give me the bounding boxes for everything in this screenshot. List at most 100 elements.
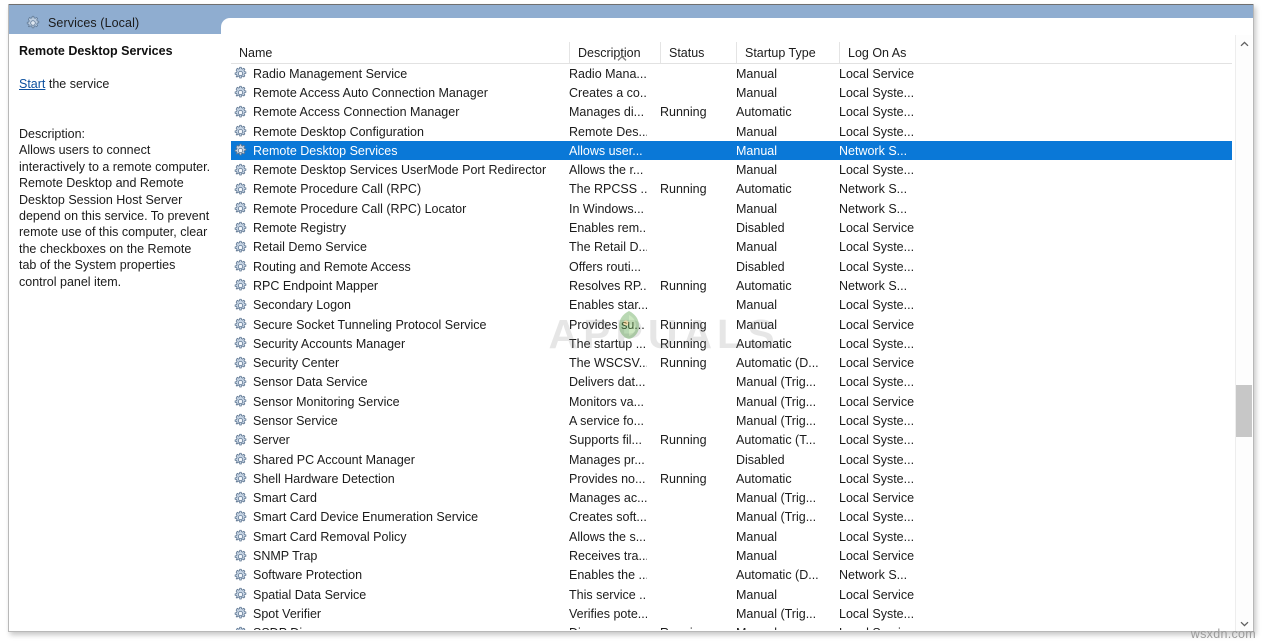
- description-label: Description:: [19, 127, 85, 141]
- table-row[interactable]: Radio Management Service Radio Mana... Man…: [231, 64, 1232, 83]
- table-row[interactable]: Secondary Logon Enables star... Manual Loca…: [231, 296, 1232, 315]
- table-row[interactable]: Security Accounts Manager The startup ...…: [231, 334, 1232, 353]
- table-row[interactable]: Remote Desktop Configuration Remote Des..…: [231, 122, 1232, 141]
- cell-desc: Provides su...: [569, 317, 645, 332]
- cell-status: Running: [660, 182, 707, 197]
- cell-startup: Manual: [736, 317, 777, 332]
- cell-desc: Provides no...: [569, 471, 646, 486]
- service-gear-icon: [233, 298, 248, 313]
- table-row[interactable]: SSDP Discovery Discovers n... Running Manua…: [231, 624, 1232, 630]
- vertical-scrollbar[interactable]: [1235, 35, 1252, 631]
- service-gear-icon: [233, 105, 248, 120]
- table-row[interactable]: Shared PC Account Manager Manages pr... Di…: [231, 450, 1232, 469]
- cell-name: Remote Registry: [231, 218, 561, 237]
- services-rows[interactable]: Radio Management Service Radio Mana... Man…: [231, 64, 1232, 630]
- column-header-startup[interactable]: Startup Type: [736, 42, 839, 63]
- cell-logon: Local Syste...: [839, 85, 915, 100]
- cell-desc: This service ...: [569, 587, 647, 602]
- table-row[interactable]: Remote Procedure Call (RPC) The RPCSS ...…: [231, 180, 1232, 199]
- services-gear-icon: [25, 15, 41, 31]
- cell-name: Remote Access Auto Connection Manager: [231, 83, 561, 102]
- service-name-label: Remote Procedure Call (RPC): [253, 182, 422, 197]
- scrollbar-track[interactable]: [1236, 52, 1252, 615]
- column-header-name[interactable]: Name: [231, 42, 569, 63]
- scrollbar-thumb[interactable]: [1236, 385, 1252, 437]
- table-row[interactable]: Server Supports fil... Running Automatic (T…: [231, 431, 1232, 450]
- cell-status: [660, 604, 730, 623]
- table-row[interactable]: Smart Card Removal Policy Allows the s...…: [231, 527, 1232, 546]
- cell-startup: Manual: [736, 143, 777, 158]
- table-row[interactable]: Remote Desktop Services UserMode Port Re…: [231, 160, 1232, 179]
- table-row[interactable]: Smart Card Manages ac... Manual (Trig... Lo…: [231, 489, 1232, 508]
- start-service-link[interactable]: Start: [19, 77, 45, 91]
- cell-desc: Radio Mana...: [569, 66, 647, 81]
- cell-status: [660, 546, 730, 565]
- table-row[interactable]: Remote Access Connection Manager Manages …: [231, 103, 1232, 122]
- cell-desc: Resolves RP...: [569, 278, 647, 293]
- cell-startup: Manual: [736, 587, 777, 602]
- cell-desc: The Retail D...: [569, 240, 647, 255]
- table-row[interactable]: Shell Hardware Detection Provides no... Ru…: [231, 469, 1232, 488]
- scroll-up-button[interactable]: [1236, 35, 1252, 52]
- service-gear-icon: [233, 221, 248, 236]
- service-gear-icon: [233, 356, 248, 371]
- cell-desc: Receives tra...: [569, 549, 647, 564]
- table-row[interactable]: Security Center The WSCSV... Running Automa…: [231, 353, 1232, 372]
- column-header-desc[interactable]: Description: [569, 42, 660, 63]
- service-name-label: Remote Access Connection Manager: [253, 105, 460, 120]
- cell-logon: Local Syste...: [839, 433, 915, 448]
- table-row[interactable]: Remote Registry Enables rem... Disabled Loc…: [231, 218, 1232, 237]
- service-gear-icon: [233, 529, 248, 544]
- table-row[interactable]: Sensor Monitoring Service Monitors va... M…: [231, 392, 1232, 411]
- cell-status: [660, 392, 730, 411]
- service-name-label: Shell Hardware Detection: [253, 471, 395, 486]
- table-row[interactable]: Spot Verifier Verifies pote... Manual (Tri…: [231, 604, 1232, 623]
- service-gear-icon: [233, 471, 248, 486]
- table-row[interactable]: Retail Demo Service The Retail D... Manual…: [231, 238, 1232, 257]
- service-name-label: Security Accounts Manager: [253, 336, 406, 351]
- table-row[interactable]: SNMP Trap Receives tra... Manual Local Serv…: [231, 546, 1232, 565]
- cell-desc: Allows user...: [569, 143, 643, 158]
- table-row[interactable]: Remote Desktop Services Allows user... Man…: [231, 141, 1232, 161]
- cell-logon: Local Syste...: [839, 124, 915, 139]
- table-row[interactable]: Software Protection Enables the ... Automa…: [231, 566, 1232, 585]
- cell-startup: Manual (Trig...: [736, 491, 817, 506]
- panel-notch: [221, 18, 1253, 36]
- cell-startup: Manual (Trig...: [736, 413, 817, 428]
- table-row[interactable]: RPC Endpoint Mapper Resolves RP... Running…: [231, 276, 1232, 295]
- cell-name: Remote Desktop Services UserMode Port Re…: [231, 160, 561, 179]
- cell-status: Running: [660, 105, 707, 120]
- cell-name: Routing and Remote Access: [231, 257, 561, 276]
- table-row[interactable]: Remote Procedure Call (RPC) Locator In Wi…: [231, 199, 1232, 218]
- table-row[interactable]: Secure Socket Tunneling Protocol Service…: [231, 315, 1232, 334]
- service-name-label: Remote Desktop Configuration: [253, 124, 424, 139]
- cell-startup: Manual (Trig...: [736, 606, 817, 621]
- tab-services-local[interactable]: Services (Local): [17, 12, 139, 34]
- column-header-status[interactable]: Status: [660, 42, 736, 63]
- table-row[interactable]: Spatial Data Service This service ... Manu…: [231, 585, 1232, 604]
- services-window: Services (Local) Remote Desktop Services…: [8, 4, 1254, 632]
- table-row[interactable]: Routing and Remote Access Offers routi...…: [231, 257, 1232, 276]
- cell-logon: Local Syste...: [839, 606, 915, 621]
- cell-desc: The startup ...: [569, 336, 647, 351]
- service-gear-icon: [233, 510, 248, 525]
- cell-startup: Manual: [736, 201, 777, 216]
- service-action-line: Start the service: [19, 76, 211, 92]
- cell-name: Sensor Data Service: [231, 373, 561, 392]
- cell-status: [660, 585, 730, 604]
- cell-status: [660, 373, 730, 392]
- cell-name: Remote Access Connection Manager: [231, 103, 561, 122]
- screenshot-root: Services (Local) Remote Desktop Services…: [0, 0, 1262, 642]
- table-row[interactable]: Smart Card Device Enumeration Service Cre…: [231, 508, 1232, 527]
- cell-logon: Local Syste...: [839, 529, 915, 544]
- service-name-label: Sensor Monitoring Service: [253, 394, 400, 409]
- table-row[interactable]: Sensor Service A service fo... Manual (Tri…: [231, 411, 1232, 430]
- cell-status: [660, 296, 730, 315]
- cell-desc: Supports fil...: [569, 433, 642, 448]
- cell-logon: Local Service: [839, 624, 949, 630]
- table-row[interactable]: Remote Access Auto Connection Manager Cre…: [231, 83, 1232, 102]
- cell-startup: Manual (Trig...: [736, 510, 817, 525]
- cell-desc: Creates soft...: [569, 510, 647, 525]
- table-row[interactable]: Sensor Data Service Delivers dat... Manual…: [231, 373, 1232, 392]
- column-header-logon[interactable]: Log On As: [839, 42, 959, 63]
